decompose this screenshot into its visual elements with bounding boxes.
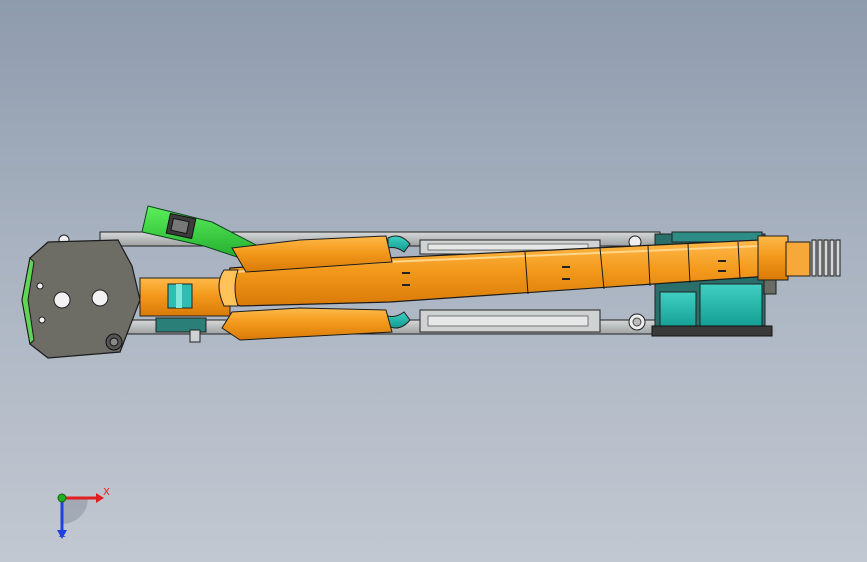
boom-tip (757, 235, 841, 295)
x-axis-label: X (103, 487, 110, 498)
rear-counterweight (21, 239, 141, 359)
y-axis-dot-icon (57, 493, 67, 503)
excavator-boom-model[interactable] (0, 0, 867, 562)
z-axis-label: Z (59, 529, 66, 540)
cad-viewport[interactable]: X Z (0, 0, 867, 562)
triad-shade (62, 498, 88, 524)
axis-triad (57, 493, 104, 539)
